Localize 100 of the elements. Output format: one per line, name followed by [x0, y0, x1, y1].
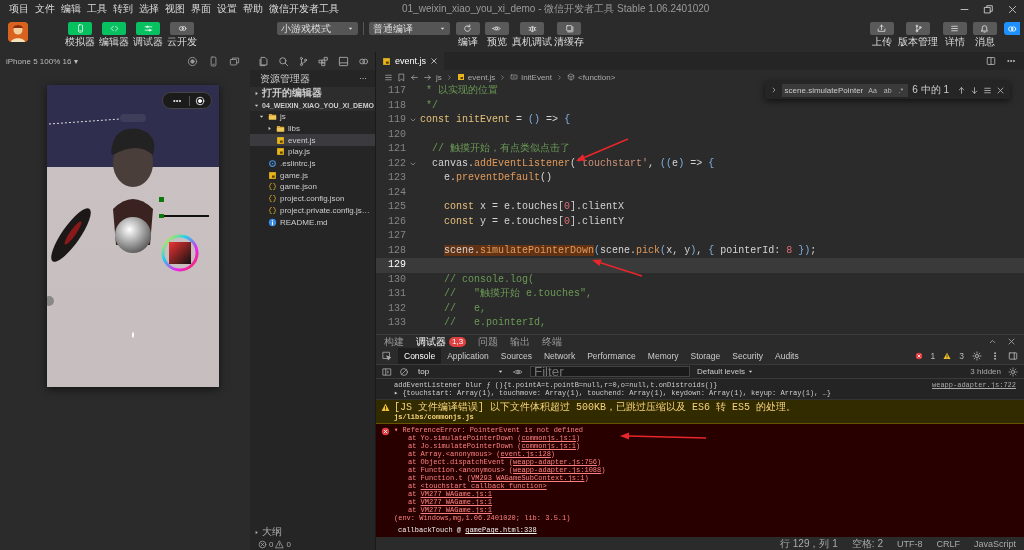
status-item[interactable]: 空格: 2: [851, 536, 883, 550]
close-icon[interactable]: [430, 57, 439, 65]
messages-button[interactable]: [972, 22, 997, 35]
next-match-icon[interactable]: [970, 85, 979, 95]
file-tree-item[interactable]: event.js: [250, 134, 375, 147]
code-line: // console.log(: [443, 272, 535, 287]
details-icon: [950, 24, 959, 33]
panel-tab[interactable]: 输出: [510, 334, 531, 349]
compile-dropdown[interactable]: 普通编译: [369, 22, 450, 35]
devtools-tab[interactable]: Network: [537, 348, 582, 364]
preview-button[interactable]: [484, 22, 509, 35]
file-tree-item[interactable]: js: [250, 111, 375, 123]
levels-dropdown[interactable]: Default levels: [697, 367, 755, 376]
list-icon[interactable]: [983, 85, 992, 95]
context-selector[interactable]: top: [416, 366, 506, 377]
device-selector[interactable]: iPhone 5 100% 16 ▾: [6, 56, 78, 66]
settings-icon[interactable]: [1008, 366, 1018, 377]
details-button[interactable]: [942, 22, 967, 35]
cloud-icon[interactable]: [358, 55, 369, 67]
files-icon[interactable]: [258, 55, 269, 67]
upload-button[interactable]: [869, 22, 894, 35]
collapse-icon[interactable]: [988, 337, 997, 346]
menu-item[interactable]: 微信开发者工具: [266, 2, 342, 16]
clear-cache-button[interactable]: [557, 22, 581, 35]
compile-button[interactable]: [455, 22, 480, 35]
file-tree-item[interactable]: game.js: [250, 169, 375, 182]
record-icon[interactable]: [187, 55, 198, 67]
file-tree-item[interactable]: libs: [250, 122, 375, 135]
settings-icon[interactable]: [972, 351, 982, 361]
devtools-tab[interactable]: Performance: [581, 348, 642, 364]
more-button[interactable]: ···: [359, 74, 367, 83]
back-icon[interactable]: [410, 72, 419, 82]
panel-icon[interactable]: [338, 55, 349, 67]
status-item[interactable]: CRLF: [936, 538, 960, 549]
menu-item[interactable]: 帮助: [240, 2, 266, 16]
breadcrumb-item[interactable]: event.js: [456, 72, 496, 82]
menu-item[interactable]: 视图: [162, 2, 188, 16]
restore-icon[interactable]: [983, 3, 994, 15]
linked-circles-icon[interactable]: [1004, 22, 1020, 35]
menu-item[interactable]: 编辑: [58, 2, 84, 16]
status-item[interactable]: JavaScript: [973, 538, 1016, 549]
cloud-button[interactable]: [170, 22, 194, 35]
split-editor-icon[interactable]: [986, 56, 996, 66]
menu-item[interactable]: 转到: [110, 2, 136, 16]
status-item[interactable]: 行 129，列 1: [780, 536, 838, 550]
breadcrumb-item[interactable]: initEvent: [510, 72, 553, 82]
panel-tab[interactable]: 终端: [542, 334, 563, 349]
menu-item[interactable]: 界面: [188, 2, 214, 16]
line-number: 119: [387, 113, 406, 127]
devtools-tab[interactable]: Application: [441, 348, 495, 364]
breadcrumb-item[interactable]: js: [436, 72, 442, 82]
previous-match-icon[interactable]: [957, 85, 966, 95]
explorer-section[interactable]: 打开的编辑器: [250, 87, 375, 99]
devtools-tab[interactable]: Memory: [641, 348, 685, 364]
outline-section[interactable]: 大纲: [250, 526, 375, 538]
device-debug-button[interactable]: [520, 22, 544, 35]
panel-tab[interactable]: 问题: [478, 334, 499, 349]
file-tree-item[interactable]: game.json: [250, 181, 375, 193]
file-tree-item[interactable]: play.js: [250, 146, 375, 158]
menu-item[interactable]: 选择: [136, 2, 162, 16]
list-icon[interactable]: [384, 72, 393, 82]
menu-item[interactable]: 设置: [214, 2, 240, 16]
dock-icon[interactable]: [1008, 351, 1018, 361]
status-item[interactable]: UTF-8: [896, 538, 923, 549]
devtools-tab[interactable]: Sources: [494, 348, 538, 364]
close-icon[interactable]: [996, 85, 1005, 95]
breadcrumb-item[interactable]: <function>: [567, 72, 616, 82]
chevron-icon: [556, 73, 564, 81]
forward-icon[interactable]: [423, 72, 432, 82]
devtools-tab[interactable]: Audits: [769, 348, 805, 364]
devtools-tab[interactable]: Console: [398, 348, 442, 364]
extensions-icon[interactable]: [318, 55, 329, 67]
devtools-tab[interactable]: Storage: [684, 348, 727, 364]
windows-icon[interactable]: [229, 55, 240, 67]
sidebar-icon[interactable]: [382, 366, 392, 377]
phone-icon[interactable]: [208, 55, 219, 67]
editor-tab[interactable]: event.js: [376, 52, 445, 70]
version-button[interactable]: [906, 22, 930, 35]
clear-icon[interactable]: [399, 366, 409, 377]
line-number: 132: [387, 301, 406, 316]
close-icon[interactable]: [1007, 3, 1018, 15]
devtools-tab[interactable]: Security: [726, 348, 770, 364]
file-tree-item[interactable]: project.config.json: [250, 192, 375, 205]
file-tree-item[interactable]: README.md: [250, 216, 375, 228]
inspect-icon[interactable]: [382, 351, 392, 361]
menu-item[interactable]: 工具: [84, 2, 110, 16]
filter-field[interactable]: Filter: [530, 366, 690, 377]
panel-tab[interactable]: 构建: [384, 334, 404, 349]
search-icon[interactable]: [278, 55, 289, 67]
file-tree-item[interactable]: project.private.config.js…: [250, 204, 375, 217]
avatar-icon[interactable]: [8, 22, 28, 42]
close-icon[interactable]: [1007, 337, 1016, 346]
bookmark-icon[interactable]: [397, 72, 406, 82]
menu-item[interactable]: 文件: [32, 2, 58, 16]
target-icon[interactable]: [194, 95, 205, 106]
mode-dropdown[interactable]: 小游戏模式: [277, 22, 358, 35]
branch-icon[interactable]: [298, 55, 309, 67]
panel-tab[interactable]: 调试器 1,3: [416, 334, 467, 349]
file-tree-item[interactable]: .eslintrc.js: [250, 157, 375, 170]
menu-item[interactable]: 项目: [6, 2, 32, 16]
